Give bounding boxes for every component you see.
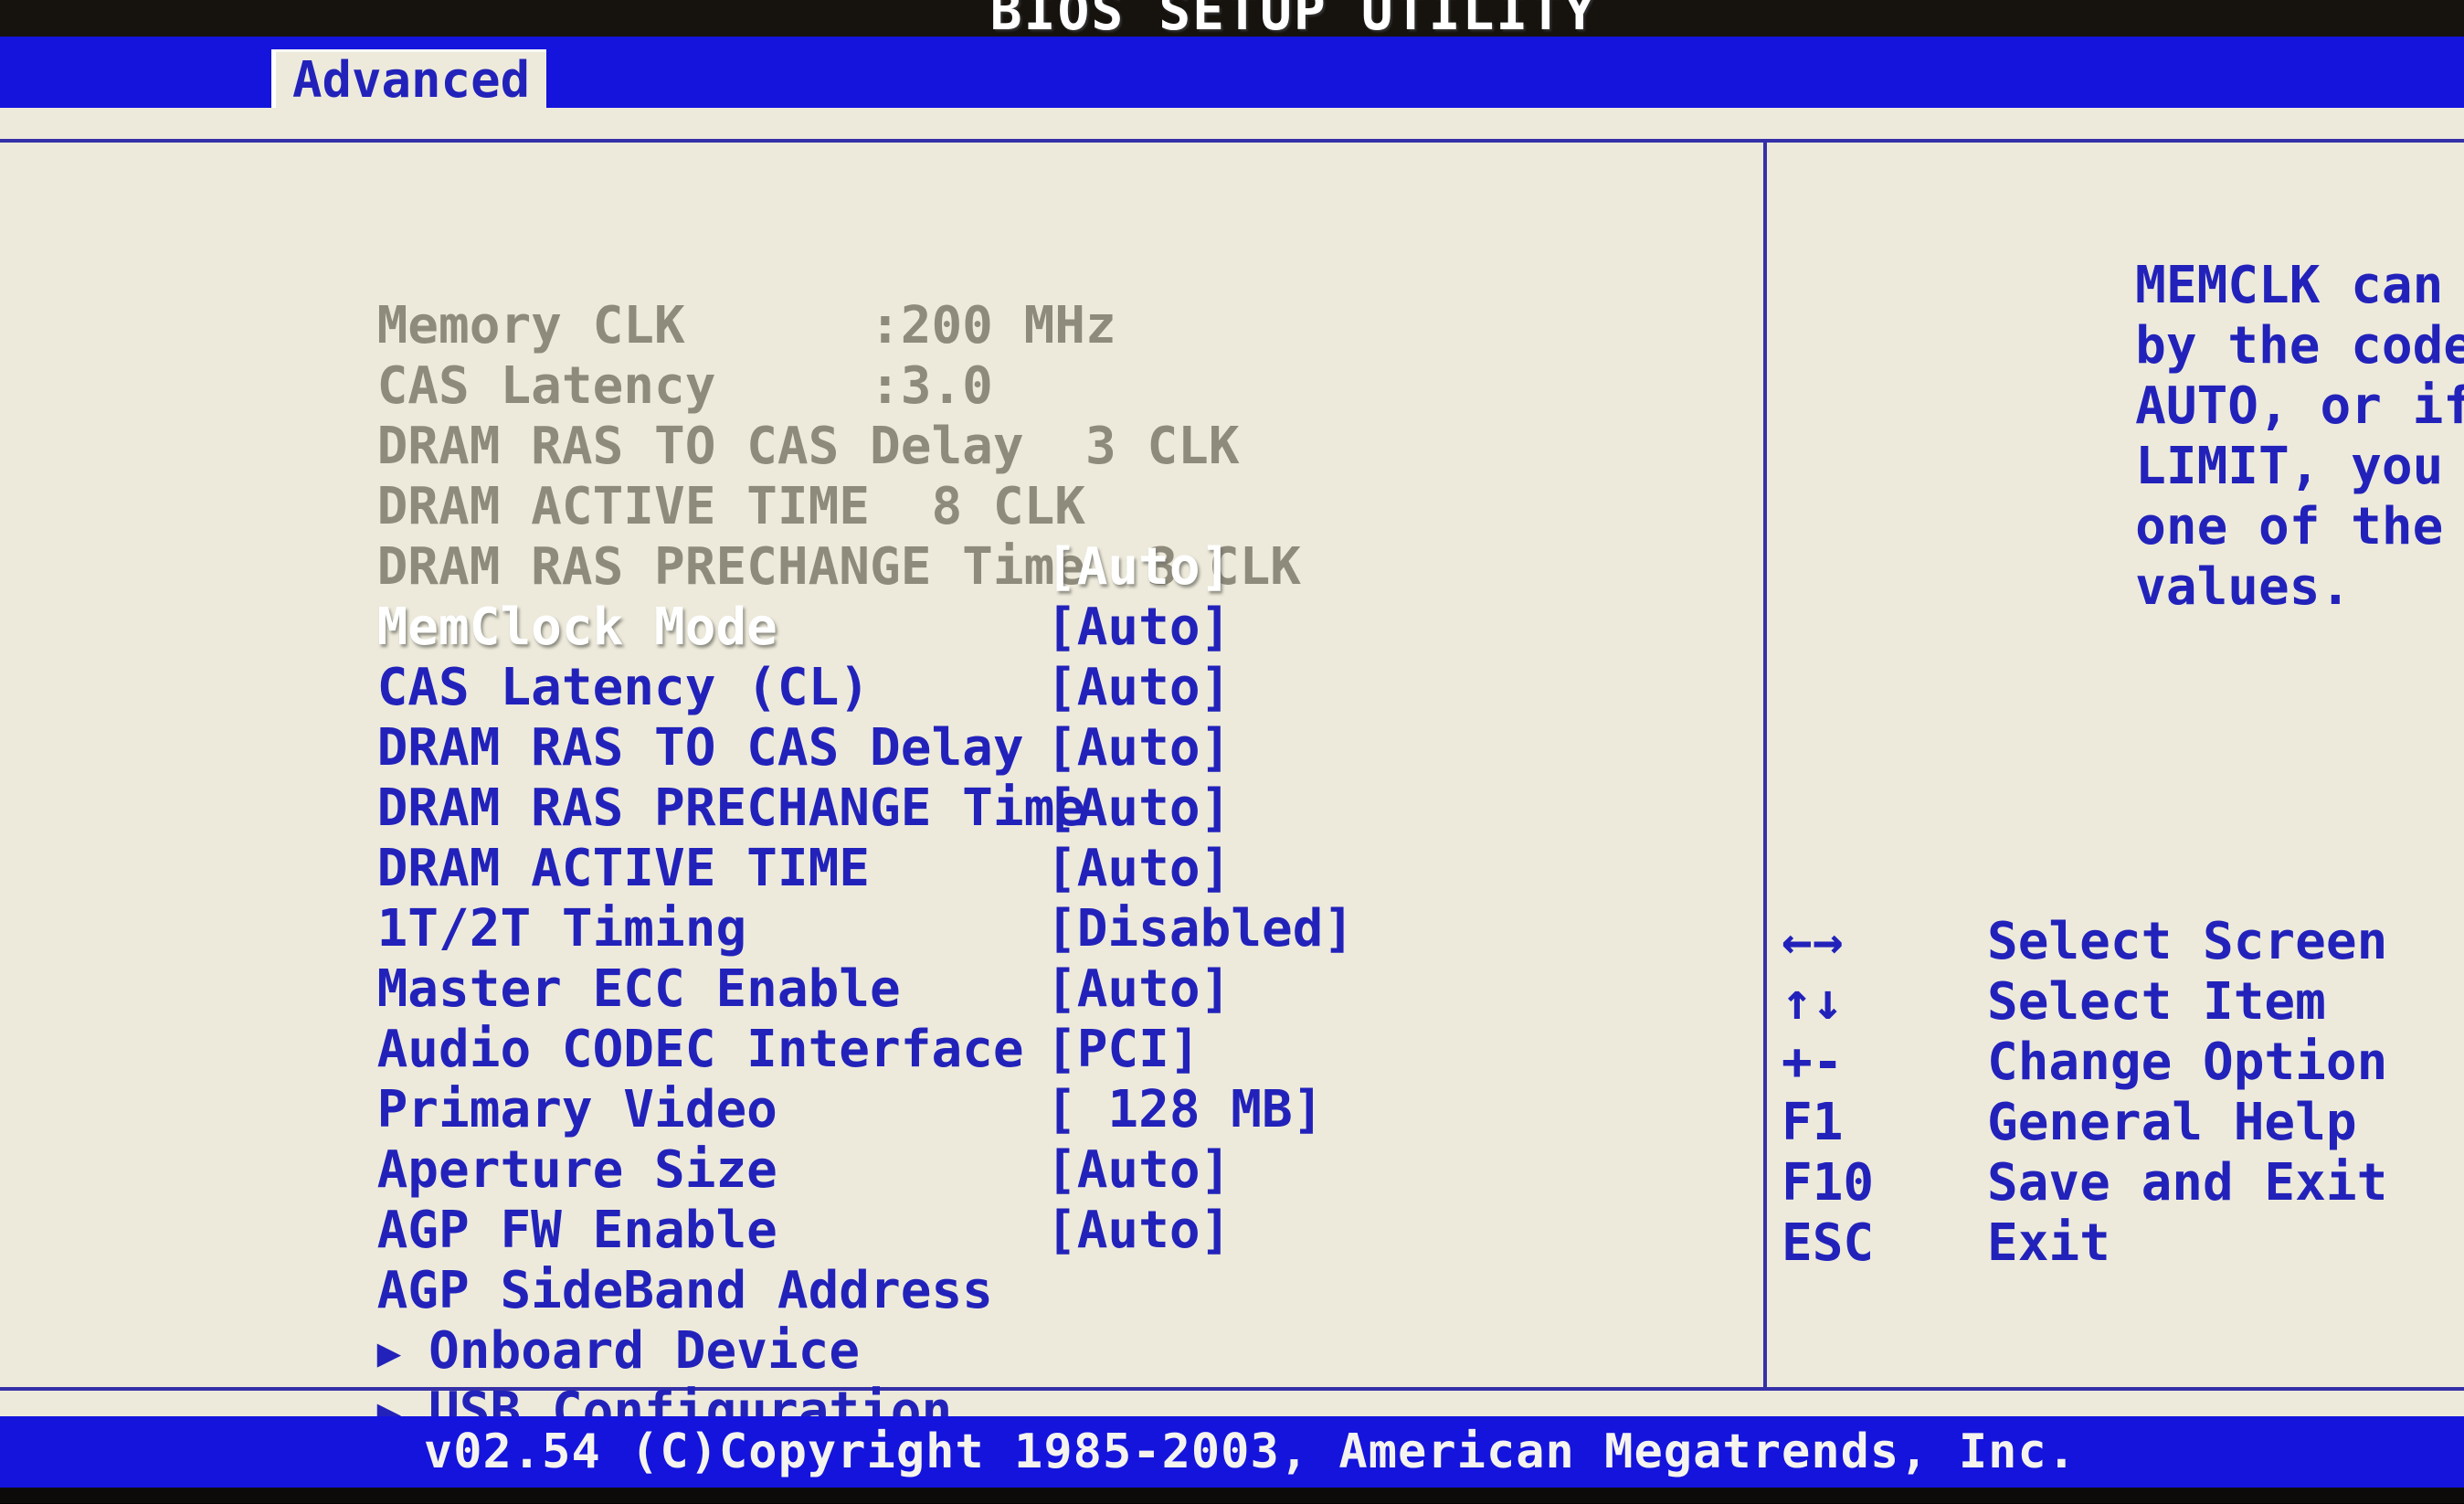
setting-value[interactable]: [Auto] xyxy=(1046,537,1231,598)
key-hint-row: ←→ Select Screen xyxy=(0,912,2464,972)
key-hint-row: ESC Exit xyxy=(0,1213,2464,1274)
info-row: CAS Latency :3.0 xyxy=(7,296,1743,356)
menu-bar: Advanced xyxy=(0,37,2464,108)
info-row: DRAM ACTIVE TIME 8 CLK xyxy=(7,417,1743,477)
key-hint-action: Select Screen xyxy=(1987,912,2387,972)
info-row: DRAM RAS TO CAS Delay 3 CLK xyxy=(7,356,1743,417)
setting-value[interactable]: [Auto] xyxy=(1046,598,1231,658)
setting-row[interactable]: MemClock Mode [Auto] xyxy=(7,537,1743,598)
key-hint-row: F10 Save and Exit xyxy=(0,1153,2464,1213)
tab-advanced[interactable]: Advanced xyxy=(271,49,546,108)
help-text-line: by the code using xyxy=(1827,256,2448,316)
info-row: Memory CLK :200 MHz xyxy=(7,236,1743,296)
key-hint-row: ↑↓ Select Item xyxy=(0,972,2464,1033)
key-legend: ←→ Select Screen ↑↓ Select Item +- Chang… xyxy=(0,912,2464,1274)
key-hint-action: Select Item xyxy=(1987,972,2326,1033)
help-text-line: one of the standard xyxy=(1827,437,2448,497)
key-hint-row: F1 General Help xyxy=(0,1093,2464,1153)
title-bar: BIOS SETUP UTILITY xyxy=(0,0,2464,37)
page-title: BIOS SETUP UTILITY xyxy=(990,0,1598,37)
setting-row[interactable]: DRAM RAS TO CAS Delay [Auto] xyxy=(7,658,1743,718)
key-hint-keys: ↑↓ xyxy=(1782,972,1843,1033)
key-hint-keys: ←→ xyxy=(1782,912,1843,972)
setting-value[interactable]: [Auto] xyxy=(1046,718,1231,778)
footer-bar: v02.54 (C)Copyright 1985-2003, American … xyxy=(0,1416,2464,1488)
setting-row[interactable]: CAS Latency (CL) [Auto] xyxy=(7,598,1743,658)
key-hint-keys: +- xyxy=(1782,1033,1843,1093)
key-hint-keys: F1 xyxy=(1782,1093,1843,1153)
help-text-line: MEMCLK can be set xyxy=(1827,196,2448,256)
key-hint-action: General Help xyxy=(1987,1093,2357,1153)
help-text-line: LIMIT, you can set xyxy=(1827,376,2448,437)
info-row: DRAM RAS PRECHANGE Time 3 CLK xyxy=(7,477,1743,537)
main-panel: Memory CLK :200 MHz CAS Latency :3.0 DRA… xyxy=(0,108,2464,1416)
key-hint-row: +- Change Option xyxy=(0,1033,2464,1093)
bios-setup-screen: BIOS SETUP UTILITY Advanced Memory CLK :… xyxy=(0,0,2464,1503)
bottom-bezel xyxy=(0,1488,2464,1503)
help-panel: MEMCLK can be set by the code using AUTO… xyxy=(1827,196,2448,557)
frame-top-line xyxy=(0,139,2464,143)
key-hint-action: Save and Exit xyxy=(1987,1153,2387,1213)
setting-value[interactable]: [Auto] xyxy=(1046,658,1231,718)
version-copyright-text: v02.54 (C)Copyright 1985-2003, American … xyxy=(387,1425,2077,1479)
key-hint-action: Change Option xyxy=(1987,1033,2387,1093)
key-hint-action: Exit xyxy=(1987,1213,2110,1274)
help-text-line: AUTO, or if you use xyxy=(1827,316,2448,376)
key-hint-keys: F10 xyxy=(1782,1153,1874,1213)
setting-row[interactable]: 1T/2T Timing [Auto] xyxy=(7,839,1743,899)
help-text-line: values. xyxy=(1827,497,2448,557)
setting-row[interactable]: DRAM RAS PRECHANGE Time [Auto] xyxy=(7,718,1743,778)
key-hint-keys: ESC xyxy=(1782,1213,1874,1274)
setting-value[interactable]: [Auto] xyxy=(1046,778,1231,839)
setting-row[interactable]: DRAM ACTIVE TIME [Auto] xyxy=(7,778,1743,839)
setting-value[interactable]: [Auto] xyxy=(1046,839,1231,899)
info-rows-group: Memory CLK :200 MHz CAS Latency :3.0 DRA… xyxy=(7,236,1743,537)
